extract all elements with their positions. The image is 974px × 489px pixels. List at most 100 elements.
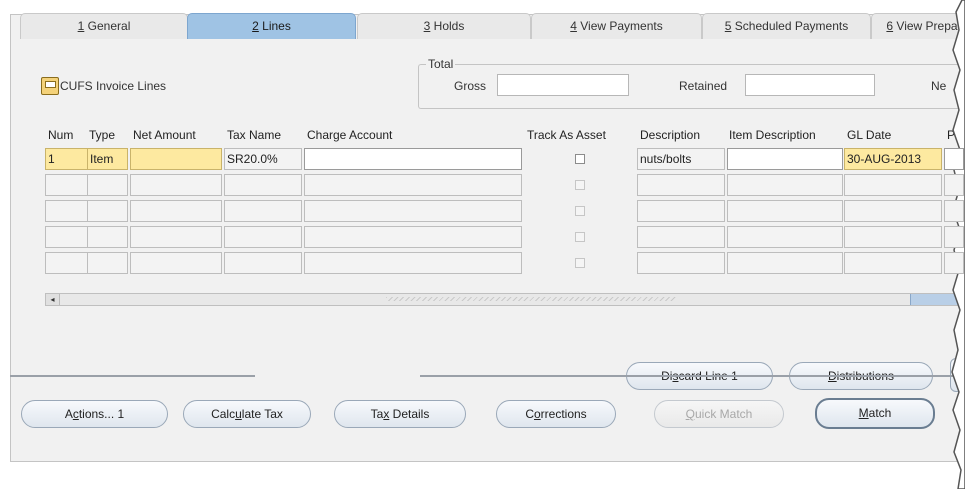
column-header-charge-account: Charge Account (307, 128, 393, 142)
tax-name-cell[interactable] (224, 252, 302, 274)
track-as-asset-checkbox[interactable] (575, 232, 585, 242)
gl-date-cell[interactable] (844, 226, 942, 248)
type-cell[interactable]: Item (87, 148, 128, 170)
tab-scheduled-payments-label: Scheduled Payments (731, 19, 849, 33)
match-label-b: atch (868, 406, 892, 420)
calculate-tax-button[interactable]: Calculate Tax (183, 400, 311, 428)
column-header-gl-date: GL Date (847, 128, 892, 142)
folder-icon[interactable] (41, 77, 59, 95)
net-amount-cell[interactable] (130, 252, 222, 274)
tax-details-label-b: Details (389, 407, 430, 421)
track-as-asset-checkbox[interactable] (575, 258, 585, 268)
gross-label: Gross (454, 79, 487, 93)
calculate-tax-label-a: Calc (211, 407, 236, 421)
type-cell[interactable] (87, 252, 128, 274)
item-description-cell[interactable] (727, 200, 843, 222)
charge-account-cell[interactable] (304, 148, 522, 170)
separator-right (420, 375, 965, 377)
tab-view-payments-mnemonic: 4 (570, 19, 577, 33)
tab-general-label: General (84, 19, 131, 33)
corrections-label-a: C (525, 407, 534, 421)
tax-name-cell[interactable]: SR20.0% (224, 148, 302, 170)
column-header-tax-name: Tax Name (227, 128, 282, 142)
gl-date-cell[interactable] (844, 252, 942, 274)
actions-label-a: A (64, 407, 73, 421)
item-description-cell[interactable] (727, 148, 843, 170)
num-cell[interactable] (45, 200, 88, 222)
column-header-item-description: Item Description (729, 128, 816, 142)
horizontal-scrollbar[interactable]: ◂ (45, 293, 965, 306)
charge-account-cell[interactable] (304, 174, 522, 196)
num-cell[interactable] (45, 226, 88, 248)
p-cell[interactable] (944, 148, 964, 170)
tax-name-cell[interactable] (224, 226, 302, 248)
num-cell[interactable] (45, 174, 88, 196)
net-label: Ne (931, 79, 947, 93)
tab-general[interactable]: 1 General (20, 13, 188, 39)
item-description-cell[interactable] (727, 174, 843, 196)
description-cell[interactable] (637, 174, 725, 196)
corrections-label-b: rrections (540, 407, 587, 421)
net-amount-cell[interactable] (130, 174, 222, 196)
totals-group-label: Total (426, 57, 456, 71)
retained-field[interactable] (745, 74, 875, 96)
region-title: CUFS Invoice Lines (60, 79, 167, 93)
tax-name-cell[interactable] (224, 174, 302, 196)
description-cell[interactable]: nuts/bolts (637, 148, 725, 170)
column-header-track-as-asset: Track As Asset (527, 128, 606, 142)
charge-account-cell[interactable] (304, 226, 522, 248)
quick-match-label-b: uick Match (694, 407, 753, 421)
charge-account-cell[interactable] (304, 252, 522, 274)
gross-field[interactable] (497, 74, 629, 96)
description-cell[interactable] (637, 226, 725, 248)
actions-button[interactable]: Actions... 1 (21, 400, 168, 428)
oracle-forms-window: 1 General 2 Lines 3 Holds 4 View Payment… (0, 0, 965, 489)
item-description-cell[interactable] (727, 252, 843, 274)
gl-date-cell[interactable] (844, 174, 942, 196)
type-cell[interactable] (87, 226, 128, 248)
column-header-description: Description (640, 128, 701, 142)
num-cell[interactable]: 1 (45, 148, 88, 170)
corrections-button[interactable]: Corrections (496, 400, 616, 428)
tax-details-button[interactable]: Tax Details (334, 400, 466, 428)
calculate-tax-mnemonic: u (235, 407, 242, 421)
quick-match-button[interactable]: Quick Match (654, 400, 784, 428)
description-cell[interactable] (637, 252, 725, 274)
tab-view-payments-label: View Payments (576, 19, 663, 33)
tab-view-payments[interactable]: 4 View Payments (531, 13, 702, 39)
tax-details-label-a: Ta (370, 407, 384, 421)
retained-label: Retained (679, 79, 728, 93)
track-as-asset-checkbox[interactable] (575, 154, 585, 164)
tab-scheduled-payments[interactable]: 5 Scheduled Payments (702, 13, 871, 39)
tax-name-cell[interactable] (224, 200, 302, 222)
p-cell[interactable] (944, 174, 964, 196)
tab-holds[interactable]: 3 Holds (357, 13, 531, 39)
calculate-tax-label-b: late Tax (241, 407, 283, 421)
p-cell[interactable] (944, 252, 964, 274)
description-cell[interactable] (637, 200, 725, 222)
net-amount-cell[interactable] (130, 200, 222, 222)
column-header-num: Num (48, 128, 74, 142)
net-amount-cell[interactable] (130, 226, 222, 248)
tab-lines[interactable]: 2 Lines (187, 13, 356, 39)
column-header-net-amount: Net Amount (133, 128, 196, 142)
track-as-asset-checkbox[interactable] (575, 180, 585, 190)
actions-label-b: tions... 1 (78, 407, 125, 421)
net-amount-cell[interactable] (130, 148, 222, 170)
charge-account-cell[interactable] (304, 200, 522, 222)
num-cell[interactable] (45, 252, 88, 274)
item-description-cell[interactable] (727, 226, 843, 248)
corrections-mnemonic: o (533, 407, 541, 421)
match-button[interactable]: Match (815, 398, 935, 429)
track-as-asset-checkbox[interactable] (575, 206, 585, 216)
gl-date-cell[interactable]: 30-AUG-2013 (844, 148, 942, 170)
type-cell[interactable] (87, 174, 128, 196)
p-cell[interactable] (944, 200, 964, 222)
type-cell[interactable] (87, 200, 128, 222)
separator-left (10, 375, 255, 377)
gl-date-cell[interactable] (844, 200, 942, 222)
tab-holds-label: Holds (430, 19, 465, 33)
scroll-left-icon[interactable]: ◂ (46, 294, 60, 305)
p-cell[interactable] (944, 226, 964, 248)
quick-match-mnemonic: Q (685, 407, 695, 421)
